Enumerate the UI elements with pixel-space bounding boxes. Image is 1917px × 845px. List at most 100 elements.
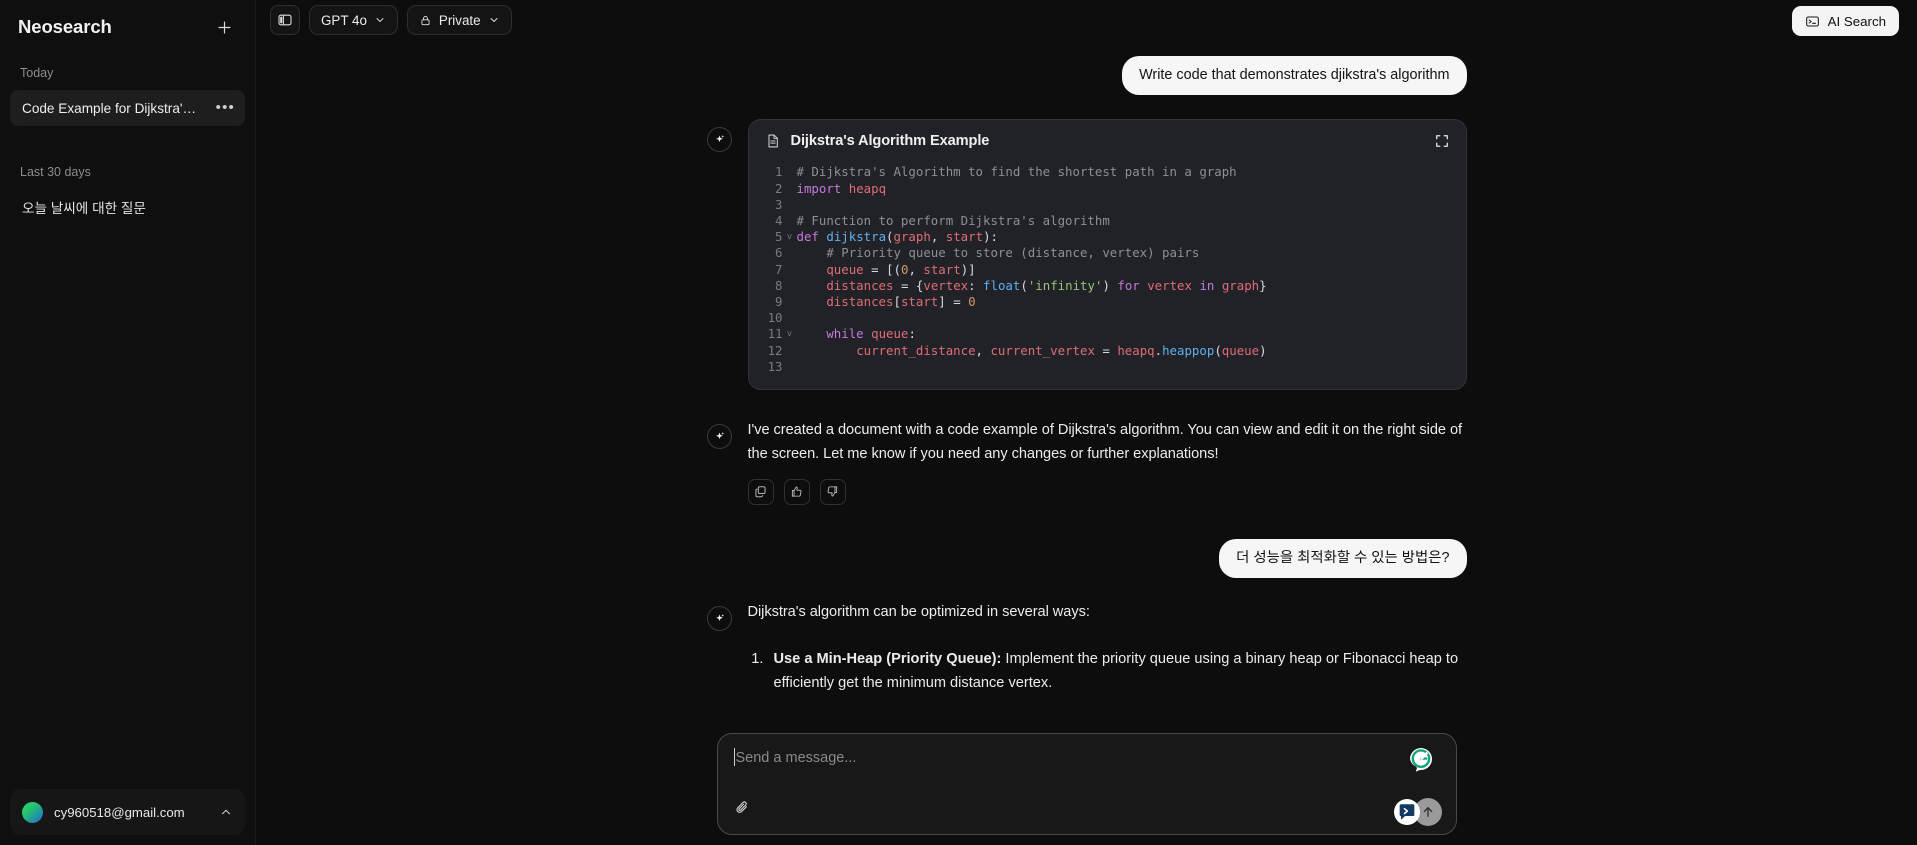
code-line-text: def dijkstra(graph, start): [796, 229, 998, 245]
privacy-label: Private [438, 12, 481, 28]
plus-icon [217, 20, 231, 34]
code-card-title: Dijkstra's Algorithm Example [790, 133, 990, 150]
sparkle-icon [715, 135, 724, 143]
attach-file-button[interactable] [734, 799, 751, 821]
chevron-down-icon [490, 18, 498, 22]
message-actions [747, 478, 1467, 505]
ai-search-label: AI Search [1827, 13, 1886, 29]
sidebar: Neosearch Today Code Example for Dijkstr… [0, 0, 256, 845]
line-number: 13 [767, 358, 783, 374]
assistant-message-row-optimizations: Dijkstra's algorithm can be optimized in… [706, 600, 1467, 696]
line-number: 8 [775, 277, 783, 293]
grammarly-g-icon [1409, 748, 1432, 772]
assistant-message-row-code: Dijkstra's Algorithm Example 1 # Dijkstr… [706, 119, 1467, 390]
code-line-text: # Priority queue to store (distance, ver… [796, 245, 1200, 261]
thumbs-down-icon [827, 486, 838, 497]
thumbs-up-icon [791, 486, 802, 497]
fold-marker[interactable]: v [783, 229, 797, 246]
model-label: GPT 4o [321, 12, 367, 28]
code-line-text: distances = {vertex: float('infinity') f… [826, 277, 1267, 293]
code-line-text: # Dijkstra's Algorithm to find the short… [796, 164, 1237, 180]
thumbs-up-button[interactable] [783, 478, 810, 505]
sidebar-toggle-button[interactable] [270, 5, 300, 35]
message-composer[interactable]: Send a message... [716, 733, 1457, 835]
user-message-bubble: Write code that demonstrates djikstra's … [1122, 56, 1467, 96]
sparkle-icon [715, 432, 724, 439]
privacy-selector[interactable]: Private [406, 5, 512, 35]
code-line: 12 current_distance, current_vertex = he… [749, 343, 1466, 359]
code-line: 9 distances[start] = 0 [749, 294, 1466, 310]
assistant-avatar [706, 127, 732, 153]
new-chat-button[interactable] [211, 14, 237, 40]
code-line: 6 # Priority queue to store (distance, v… [749, 245, 1466, 261]
line-number: 9 [775, 293, 783, 309]
line-number: 6 [775, 245, 783, 261]
user-message-row: 더 성능을 최적화할 수 있는 방법은? [707, 538, 1467, 579]
thumbs-down-button[interactable] [819, 478, 846, 505]
chevron-down-icon [376, 18, 384, 22]
sidebar-item-menu-icon[interactable]: ••• [216, 100, 235, 115]
code-line: 2 import heapq [749, 181, 1466, 197]
code-line: 3 [749, 197, 1466, 213]
code-editor[interactable]: 1 # Dijkstra's Algorithm to find the sho… [749, 160, 1466, 388]
app-root: Neosearch Today Code Example for Dijkstr… [0, 0, 1917, 845]
assistant-avatar [706, 606, 732, 632]
assistant-badge-button[interactable] [1393, 799, 1420, 825]
account-button[interactable]: cy960518@gmail.com [10, 789, 245, 835]
ai-search-button[interactable]: AI Search [1791, 6, 1899, 36]
fold-marker[interactable]: v [783, 326, 797, 343]
sidebar-group-label-today: Today [20, 66, 54, 80]
code-line: 10 [749, 310, 1466, 326]
assistant-message-body: Dijkstra's algorithm can be optimized in… [748, 600, 1467, 696]
model-selector[interactable]: GPT 4o [309, 5, 398, 35]
account-email: cy960518@gmail.com [54, 804, 185, 820]
code-line-text: # Function to perform Dijkstra's algorit… [796, 213, 1110, 228]
sidebar-item-label: Code Example for Dijkstra's ... [22, 100, 198, 116]
sidebar-group-label-last30: Last 30 days [20, 165, 91, 179]
sidebar-header: Neosearch [0, 0, 255, 50]
list-item-title: Use a Min-Heap (Priority Queue): [773, 650, 1002, 667]
sidebar-item-code-example[interactable]: Code Example for Dijkstra's ... ••• [10, 90, 245, 126]
expand-icon [1435, 135, 1448, 148]
code-line: 5 v def dijkstra(graph, start): [749, 229, 1466, 245]
code-line-text: import heapq [796, 180, 887, 196]
line-number: 3 [775, 196, 783, 212]
line-number: 11 [767, 326, 783, 342]
sidebar-groups: Today Code Example for Dijkstra's ... ••… [0, 50, 255, 227]
sidebar-item-weather-question[interactable]: 오늘 날씨에 대한 질문 [10, 189, 245, 225]
optimization-list: Use a Min-Heap (Priority Queue): Impleme… [748, 647, 1467, 696]
code-line-text: while queue: [826, 326, 916, 342]
line-number: 2 [775, 180, 783, 196]
sparkle-icon [715, 614, 724, 622]
terminal-icon [1805, 15, 1819, 27]
code-line: 4 # Function to perform Dijkstra's algor… [749, 213, 1466, 229]
composer-actions [1393, 798, 1442, 826]
chevron-up-icon [221, 809, 231, 815]
copy-button[interactable] [747, 478, 774, 505]
main-panel: GPT 4o Private AI Search Write code that… [256, 0, 1917, 845]
message-input[interactable]: Send a message... [736, 750, 857, 766]
code-document-card[interactable]: Dijkstra's Algorithm Example 1 # Dijkstr… [747, 119, 1467, 390]
line-number: 10 [767, 310, 783, 326]
expand-code-button[interactable] [1434, 133, 1450, 149]
code-line-text: distances[start] = 0 [826, 293, 976, 309]
text-caret [733, 748, 735, 766]
assistant-message-body: I've created a document with a code exam… [747, 418, 1467, 505]
assistant-message-text: I've created a document with a code exam… [747, 421, 1463, 463]
grammarly-button[interactable] [1408, 746, 1434, 772]
chat-scroll-area[interactable]: Write code that demonstrates djikstra's … [256, 40, 1917, 845]
sidebar-item-label: 오늘 날씨에 대한 질문 [22, 201, 146, 216]
copy-icon [755, 486, 766, 498]
code-line: 11 v while queue: [749, 326, 1466, 342]
code-card-header: Dijkstra's Algorithm Example [749, 120, 1466, 160]
code-line-text: current_distance, current_vertex = heapq… [856, 342, 1267, 358]
toolbar: GPT 4o Private AI Search [256, 0, 1917, 40]
arrow-up-icon [1423, 807, 1432, 817]
code-line-text: queue = [(0, start)] [826, 261, 976, 277]
paperclip-icon [735, 801, 747, 813]
chat-bubble-icon [1399, 804, 1414, 820]
assistant-avatar [706, 423, 732, 449]
app-title: Neosearch [18, 16, 112, 37]
